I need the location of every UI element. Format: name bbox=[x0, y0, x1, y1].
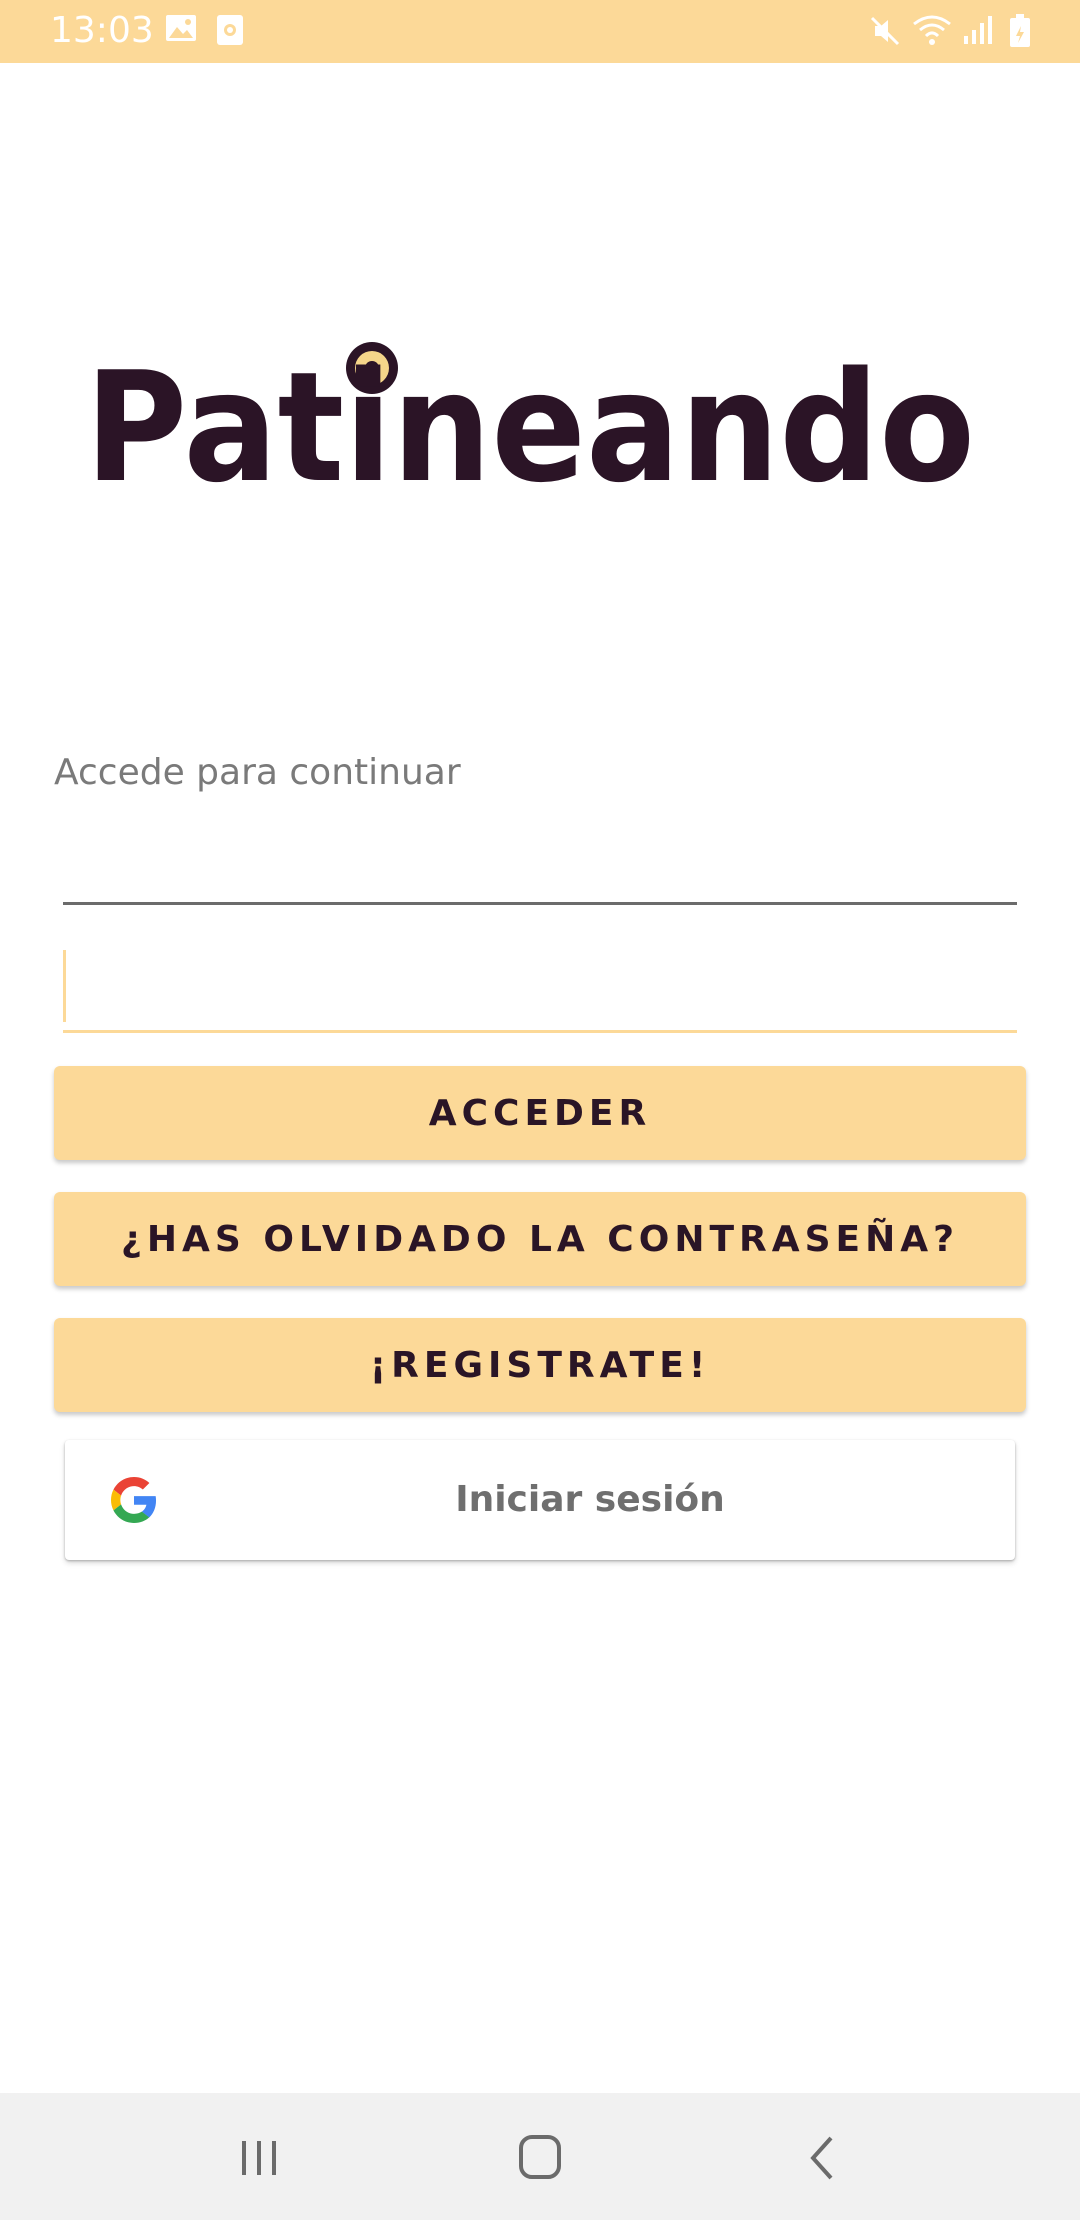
username-input[interactable] bbox=[63, 840, 1017, 902]
battery-icon bbox=[1010, 14, 1030, 47]
screenshot-icon bbox=[217, 15, 243, 45]
app-logo: Patineando bbox=[80, 330, 980, 516]
password-field[interactable] bbox=[63, 950, 1017, 1033]
google-icon bbox=[111, 1477, 157, 1523]
login-subtitle: Accede para continuar bbox=[54, 752, 461, 793]
wifi-icon bbox=[913, 15, 951, 45]
text-cursor bbox=[63, 950, 66, 1022]
back-icon[interactable] bbox=[778, 2123, 868, 2193]
home-icon[interactable] bbox=[495, 2123, 585, 2193]
logo-wordmark: Patineando bbox=[85, 339, 975, 516]
logo-text: Patineando bbox=[85, 339, 975, 500]
login-button[interactable]: ACCEDER bbox=[54, 1066, 1026, 1160]
username-field[interactable] bbox=[63, 840, 1017, 905]
register-button[interactable]: ¡REGISTRATE! bbox=[54, 1318, 1026, 1412]
recents-icon[interactable] bbox=[214, 2123, 304, 2193]
system-nav-bar bbox=[0, 2093, 1080, 2220]
status-bar: 13:03 bbox=[0, 0, 1080, 63]
status-time: 13:03 bbox=[50, 10, 154, 51]
signal-icon bbox=[964, 16, 992, 44]
password-input[interactable] bbox=[63, 950, 1017, 1030]
forgot-password-button[interactable]: ¿HAS OLVIDADO LA CONTRASEÑA? bbox=[54, 1192, 1026, 1286]
google-signin-label: Iniciar sesión bbox=[455, 1479, 725, 1520]
google-signin-button[interactable]: Iniciar sesión bbox=[65, 1440, 1015, 1560]
gallery-icon bbox=[166, 15, 196, 41]
mute-icon bbox=[870, 16, 900, 46]
